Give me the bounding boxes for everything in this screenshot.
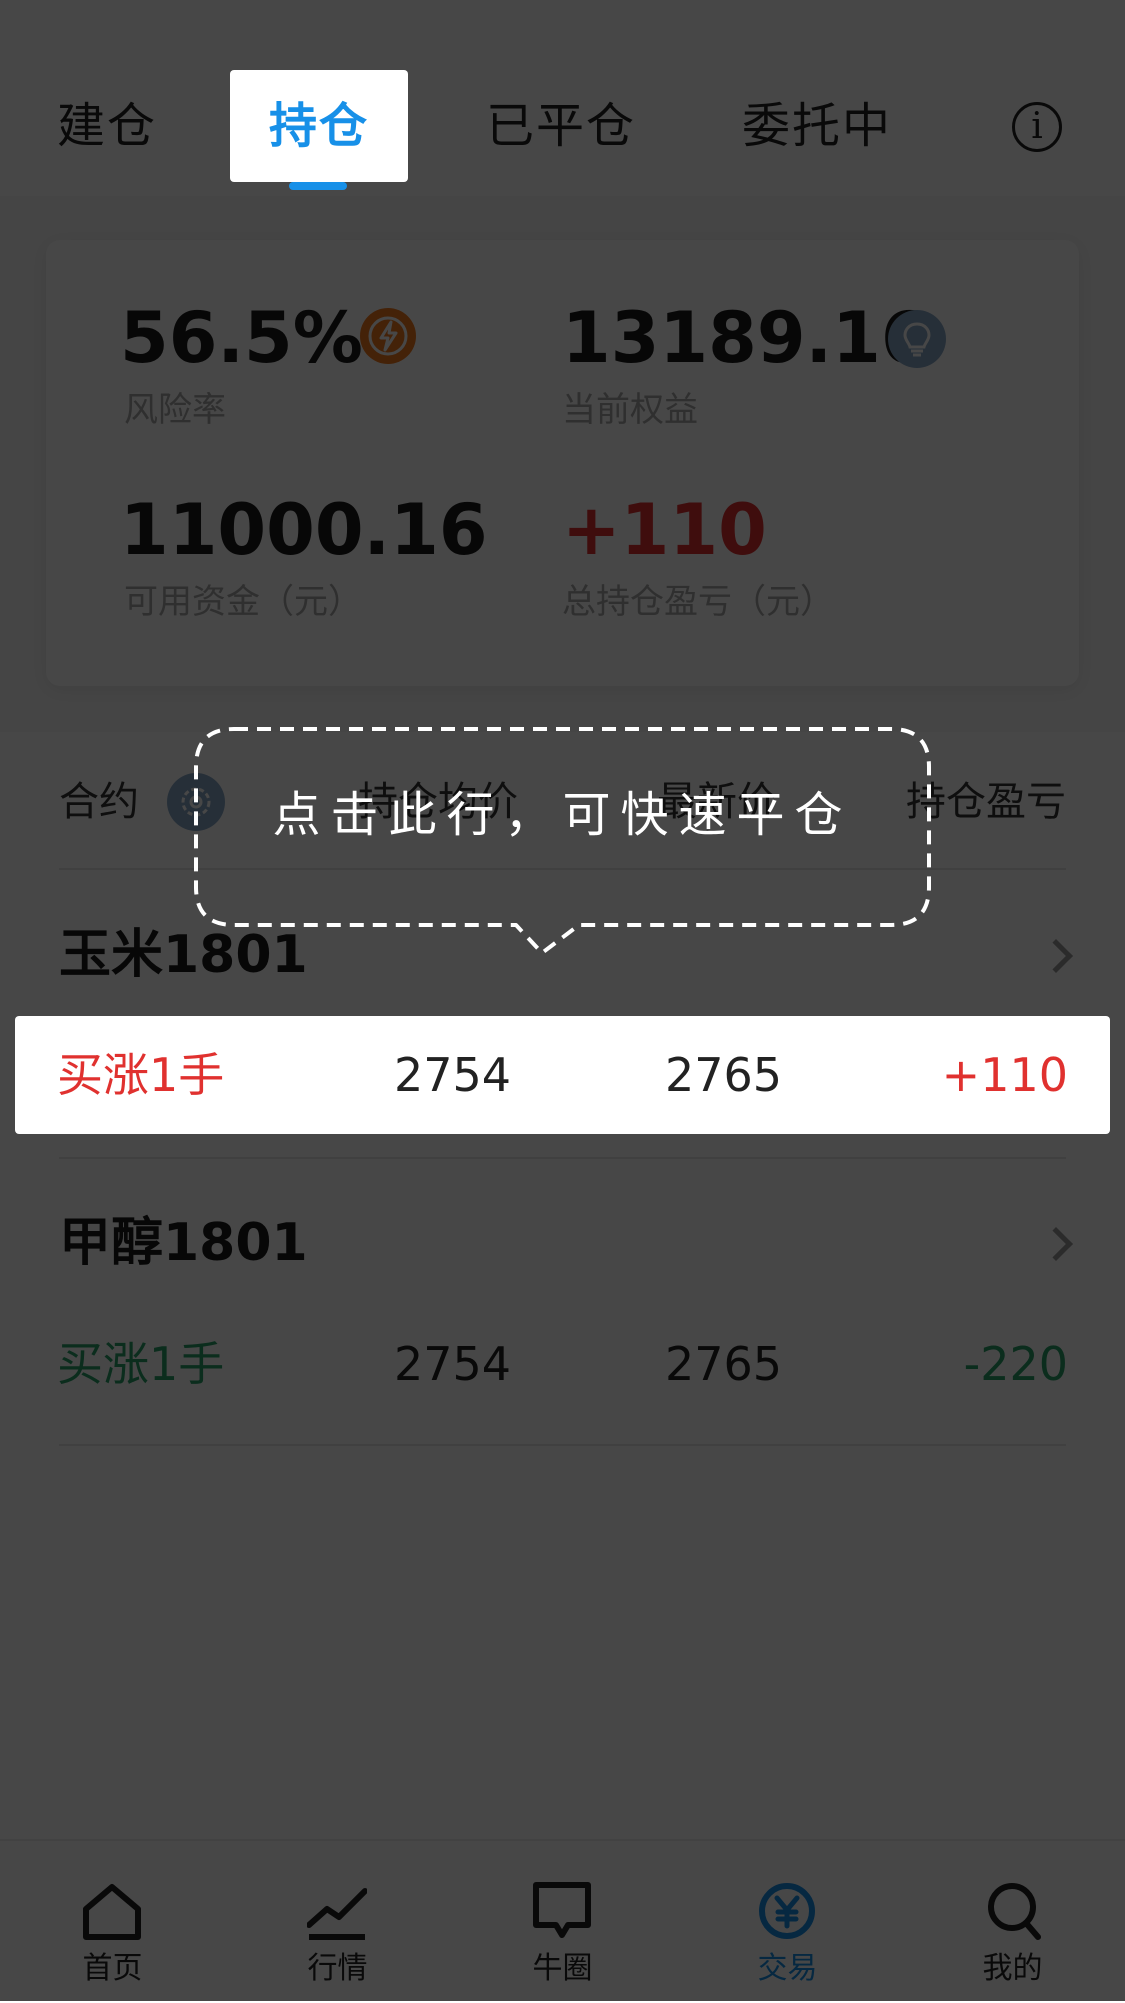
trend-chart-icon xyxy=(307,1888,367,1940)
tab-holdings-spotlight[interactable]: 持仓 xyxy=(230,70,408,182)
nav-item-trade[interactable]: 交易 xyxy=(675,1841,900,2003)
nav-label-circle: 牛圈 xyxy=(532,1951,593,1986)
tab-pending-orders[interactable]: 委托中 xyxy=(742,70,892,182)
nav-item-market[interactable]: 行情 xyxy=(225,1841,450,2003)
tab-closed-positions[interactable]: 已平仓 xyxy=(486,70,636,182)
info-icon[interactable]: i xyxy=(1012,102,1062,152)
active-tab-indicator xyxy=(289,182,347,190)
position-avg-price: 2754 xyxy=(394,1048,512,1102)
equity-value: 13189.16 xyxy=(562,297,930,379)
nav-label-market: 行情 xyxy=(307,1951,368,1986)
chevron-right-icon[interactable] xyxy=(1039,1227,1073,1261)
tab-build-position[interactable]: 建仓 xyxy=(57,70,157,182)
risk-rate-value: 56.5% xyxy=(120,297,363,379)
tooltip-text: 点击此行，可快速平仓 xyxy=(272,787,853,843)
bottom-nav: 首页 行情 牛圈 交易 我的 xyxy=(0,1839,1125,2003)
equity-label: 当前权益 xyxy=(562,390,698,430)
position-last-price: 2765 xyxy=(665,1337,783,1391)
yen-coin-icon xyxy=(759,1883,815,1939)
position-pnl: -220 xyxy=(963,1337,1068,1391)
chevron-right-icon[interactable] xyxy=(1039,939,1073,973)
position-row-highlighted[interactable]: 买涨1手 2754 2765 +110 xyxy=(15,1016,1110,1134)
chat-bubble-icon xyxy=(533,1882,591,1938)
lightning-icon[interactable] xyxy=(360,308,416,364)
home-icon xyxy=(83,1884,141,1940)
column-header-contract: 合约 xyxy=(59,779,139,825)
nav-item-home[interactable]: 首页 xyxy=(0,1841,225,2003)
guide-tooltip[interactable]: 点击此行，可快速平仓 xyxy=(194,727,931,955)
nav-label-trade: 交易 xyxy=(757,1951,818,1986)
contract-name[interactable]: 甲醇1801 xyxy=(59,1213,308,1273)
divider xyxy=(59,1157,1066,1159)
divider xyxy=(59,1444,1066,1446)
position-last-price: 2765 xyxy=(665,1048,783,1102)
total-pnl-value: +110 xyxy=(562,489,767,571)
nav-item-mine[interactable]: 我的 xyxy=(900,1841,1125,2003)
position-side: 买涨1手 xyxy=(57,1048,225,1102)
tab-bar: 建仓 已平仓 委托中 i xyxy=(0,0,1125,196)
position-avg-price: 2754 xyxy=(394,1337,512,1391)
lightbulb-icon[interactable] xyxy=(888,310,946,368)
position-side: 买涨1手 xyxy=(57,1337,225,1391)
tab-holdings[interactable]: 持仓 xyxy=(230,70,408,182)
position-row[interactable]: 买涨1手 2754 2765 -220 xyxy=(15,1305,1110,1423)
available-funds-label: 可用资金（元） xyxy=(124,582,362,622)
risk-rate-label: 风险率 xyxy=(124,390,226,430)
nav-label-mine: 我的 xyxy=(982,1951,1043,1986)
nav-label-home: 首页 xyxy=(82,1951,143,1986)
total-pnl-label: 总持仓盈亏（元） xyxy=(562,582,834,622)
user-icon xyxy=(988,1883,1041,1940)
nav-item-circle[interactable]: 牛圈 xyxy=(450,1841,675,2003)
available-funds-value: 11000.16 xyxy=(120,489,488,571)
position-pnl: +110 xyxy=(941,1048,1068,1102)
